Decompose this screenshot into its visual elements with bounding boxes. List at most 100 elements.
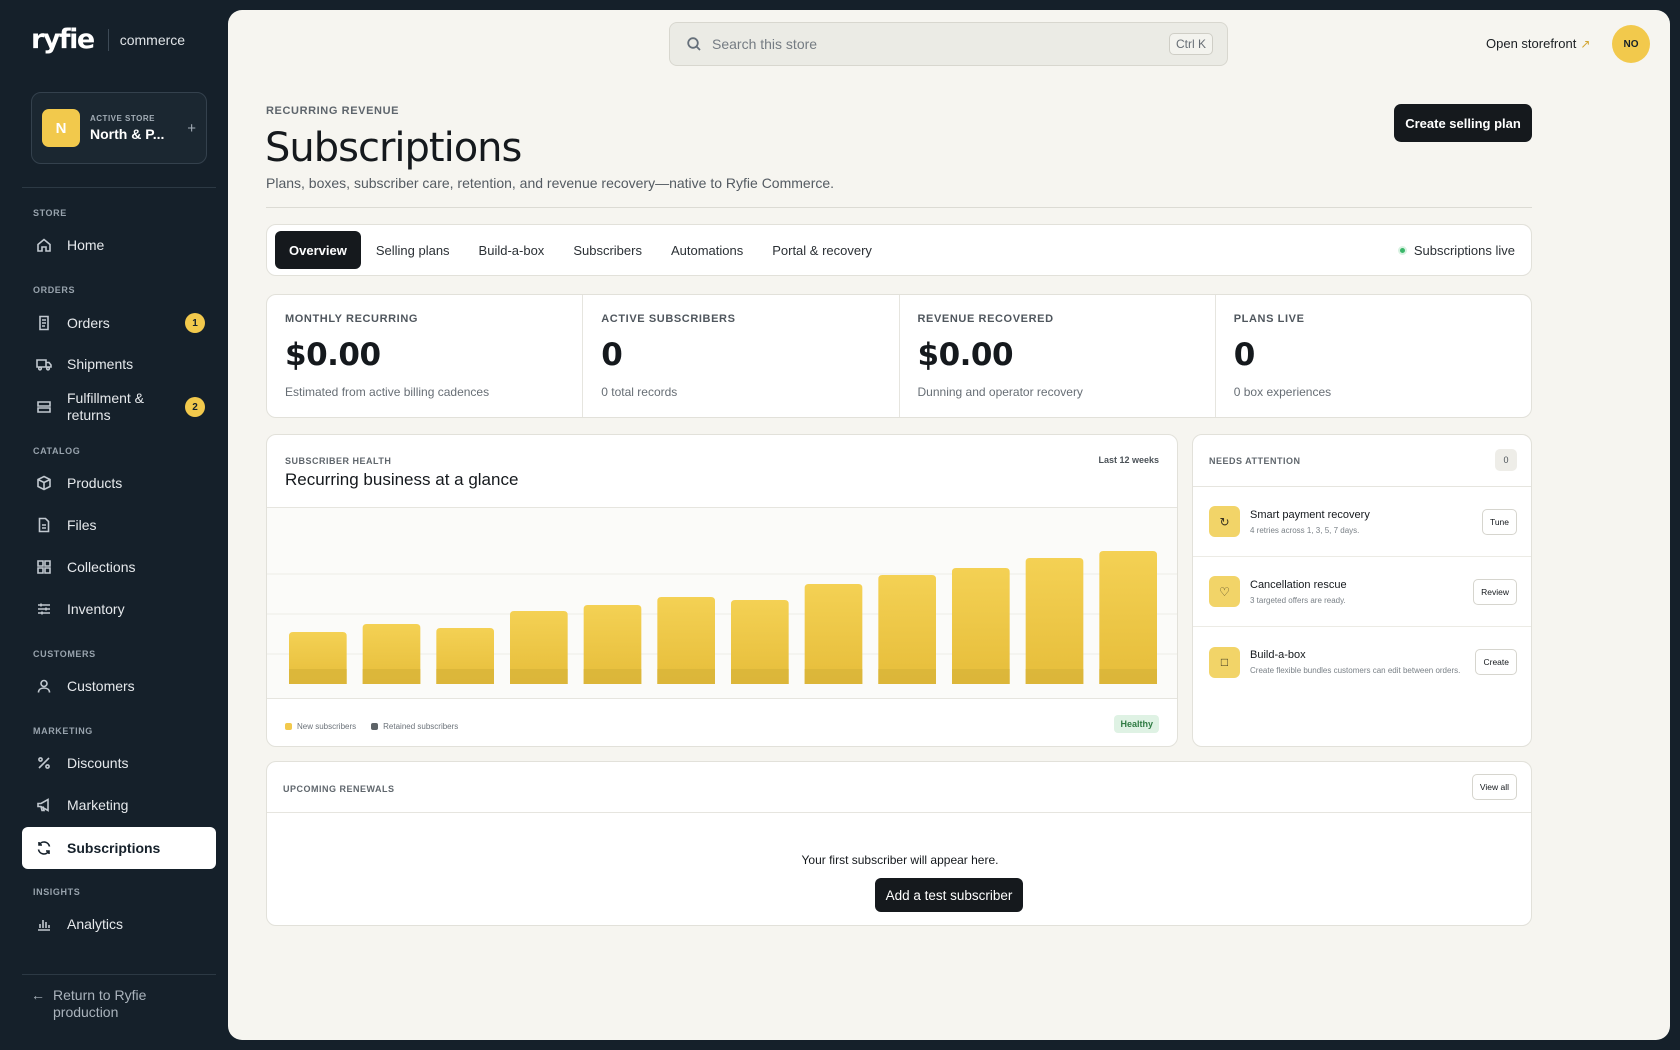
- status-dot-icon: [1397, 245, 1407, 255]
- bar-base-week-2: [362, 669, 421, 684]
- search-bar[interactable]: Search this store Ctrl K: [669, 22, 1228, 66]
- status-label: Subscriptions live: [1413, 242, 1515, 258]
- user-icon: [36, 678, 52, 694]
- tab-subscribers[interactable]: Subscribers: [559, 231, 656, 269]
- renewals-header: UPCOMING RENEWALS View all: [267, 762, 1531, 813]
- legend-label: New subscribers: [297, 722, 357, 731]
- stat-value: $0.00: [285, 337, 381, 373]
- sidebar-item-discounts[interactable]: Discounts: [22, 742, 216, 784]
- tab-portal-recovery[interactable]: Portal & recovery: [758, 231, 886, 269]
- card-kicker: UPCOMING RENEWALS: [283, 784, 395, 794]
- tab-automations[interactable]: Automations: [657, 231, 757, 269]
- home-icon: [36, 237, 52, 253]
- brand-divider: [107, 28, 109, 51]
- search-input[interactable]: Search this store: [712, 36, 1169, 52]
- user-avatar[interactable]: NO: [1612, 25, 1650, 63]
- stat-value: 0: [601, 337, 623, 373]
- bar-week-9[interactable]: [878, 575, 936, 684]
- tune-button[interactable]: Tune: [1481, 508, 1517, 535]
- attention-title: Cancellation rescue: [1250, 578, 1347, 591]
- box-icon: [36, 475, 52, 491]
- tab-build-a-box[interactable]: Build-a-box: [465, 231, 559, 269]
- sidebar-item-marketing[interactable]: Marketing: [22, 784, 216, 826]
- add-store-icon[interactable]: +: [187, 120, 196, 137]
- chart-title: Recurring business at a glance: [285, 470, 519, 489]
- store-name: North & P...: [90, 126, 165, 142]
- refresh-icon: ↻: [1209, 506, 1240, 537]
- grid-icon: [36, 559, 52, 575]
- needs-attention-card: NEEDS ATTENTION 0 ↻ Smart payment recove…: [1192, 434, 1532, 747]
- store-kicker: ACTIVE STORE: [90, 114, 155, 123]
- bar-week-12[interactable]: [1099, 551, 1157, 684]
- stat-label: PLANS LIVE: [1233, 313, 1305, 325]
- legend-swatch-retained: [371, 723, 379, 730]
- upcoming-renewals-card: UPCOMING RENEWALS View all Your first su…: [266, 761, 1532, 926]
- stat-note: Dunning and operator recovery: [917, 385, 1083, 399]
- sidebar-item-orders[interactable]: Orders 1: [22, 302, 216, 344]
- sidebar-item-subscriptions[interactable]: Subscriptions: [22, 827, 216, 869]
- fulfillment-count-badge: 2: [185, 397, 205, 417]
- sidebar-divider: [22, 187, 216, 188]
- nav-section-catalog: CATALOG: [33, 446, 81, 456]
- sidebar-item-label: Products: [67, 474, 123, 491]
- create-selling-plan-button[interactable]: Create selling plan: [1394, 104, 1532, 142]
- store-switcher[interactable]: N ACTIVE STORE North & P... +: [31, 92, 207, 164]
- sidebar-divider: [22, 974, 216, 975]
- bar-base-week-6: [657, 669, 715, 684]
- sidebar-item-files[interactable]: Files: [22, 504, 216, 546]
- main-panel: Search this store Ctrl K Open storefront…: [228, 10, 1670, 1040]
- arrow-left-icon: ←: [31, 987, 45, 1003]
- external-link-icon: ↗: [1580, 36, 1591, 51]
- stat-label: MONTHLY RECURRING: [285, 313, 419, 325]
- tab-selling-plans[interactable]: Selling plans: [362, 231, 464, 269]
- bar-base-week-7: [731, 669, 789, 684]
- bar-base-week-1: [289, 669, 347, 684]
- sidebar-item-customers[interactable]: Customers: [22, 665, 216, 707]
- bar-base-week-10: [952, 669, 1010, 684]
- legend-item-retained: Retained subscribers: [371, 722, 458, 731]
- open-storefront-label: Open storefront: [1486, 36, 1577, 51]
- review-button[interactable]: Review: [1473, 578, 1517, 605]
- health-status-badge: Healthy: [1114, 715, 1159, 733]
- sidebar-item-fulfillment[interactable]: Fulfillment & returns 2: [22, 385, 216, 429]
- bar-chart: [267, 551, 1177, 684]
- nav-section-marketing: MARKETING: [33, 726, 93, 736]
- header-divider: [266, 207, 1532, 208]
- sidebar-item-analytics[interactable]: Analytics: [22, 903, 216, 945]
- attention-title: Smart payment recovery: [1250, 508, 1370, 521]
- subscriptions-status: Subscriptions live: [1397, 242, 1515, 258]
- sidebar-item-label: Files: [67, 516, 97, 533]
- chart-range-label[interactable]: Last 12 weeks: [1098, 455, 1159, 465]
- refresh-icon: [36, 840, 52, 856]
- brand-product: commerce: [119, 31, 186, 48]
- sidebar-item-label: Discounts: [67, 754, 129, 771]
- bar-week-10[interactable]: [952, 568, 1010, 684]
- add-test-subscriber-button[interactable]: Add a test subscriber: [875, 878, 1023, 912]
- bar-week-11[interactable]: [1025, 558, 1084, 684]
- attention-count-badge: 0: [1495, 449, 1517, 471]
- attention-item-payment-recovery: ↻ Smart payment recovery 4 retries acros…: [1193, 487, 1531, 557]
- sidebar-item-products[interactable]: Products: [22, 462, 216, 504]
- sidebar-item-shipments[interactable]: Shipments: [22, 343, 216, 385]
- card-kicker: NEEDS ATTENTION: [1209, 456, 1301, 466]
- stat-value: 0: [1233, 337, 1256, 373]
- card-kicker: SUBSCRIBER HEALTH: [285, 456, 392, 466]
- chart-legend: New subscribers Retained subscribers: [285, 722, 473, 731]
- sidebar-item-label: Orders: [67, 314, 110, 331]
- stat-card-plans-live: PLANS LIVE 0 0 box experiences: [1216, 295, 1531, 417]
- sidebar-item-home[interactable]: Home: [22, 224, 216, 266]
- brand[interactable]: ryfie commerce: [31, 26, 185, 53]
- sidebar-item-collections[interactable]: Collections: [22, 546, 216, 588]
- sidebar-item-label: Collections: [67, 558, 136, 575]
- open-storefront-link[interactable]: Open storefront ↗: [1486, 36, 1590, 51]
- truck-icon: [36, 356, 52, 372]
- create-button[interactable]: Create: [1475, 649, 1517, 675]
- search-icon: [687, 37, 701, 51]
- sidebar-item-inventory[interactable]: Inventory: [22, 588, 216, 630]
- bar-base-week-11: [1025, 669, 1084, 684]
- view-all-button[interactable]: View all: [1471, 774, 1517, 800]
- page-title: Subscriptions: [265, 125, 522, 171]
- bar-base-week-12: [1099, 669, 1157, 684]
- return-to-production-link[interactable]: ← Return to Ryfie production: [31, 987, 163, 1021]
- tab-overview[interactable]: Overview: [275, 231, 361, 269]
